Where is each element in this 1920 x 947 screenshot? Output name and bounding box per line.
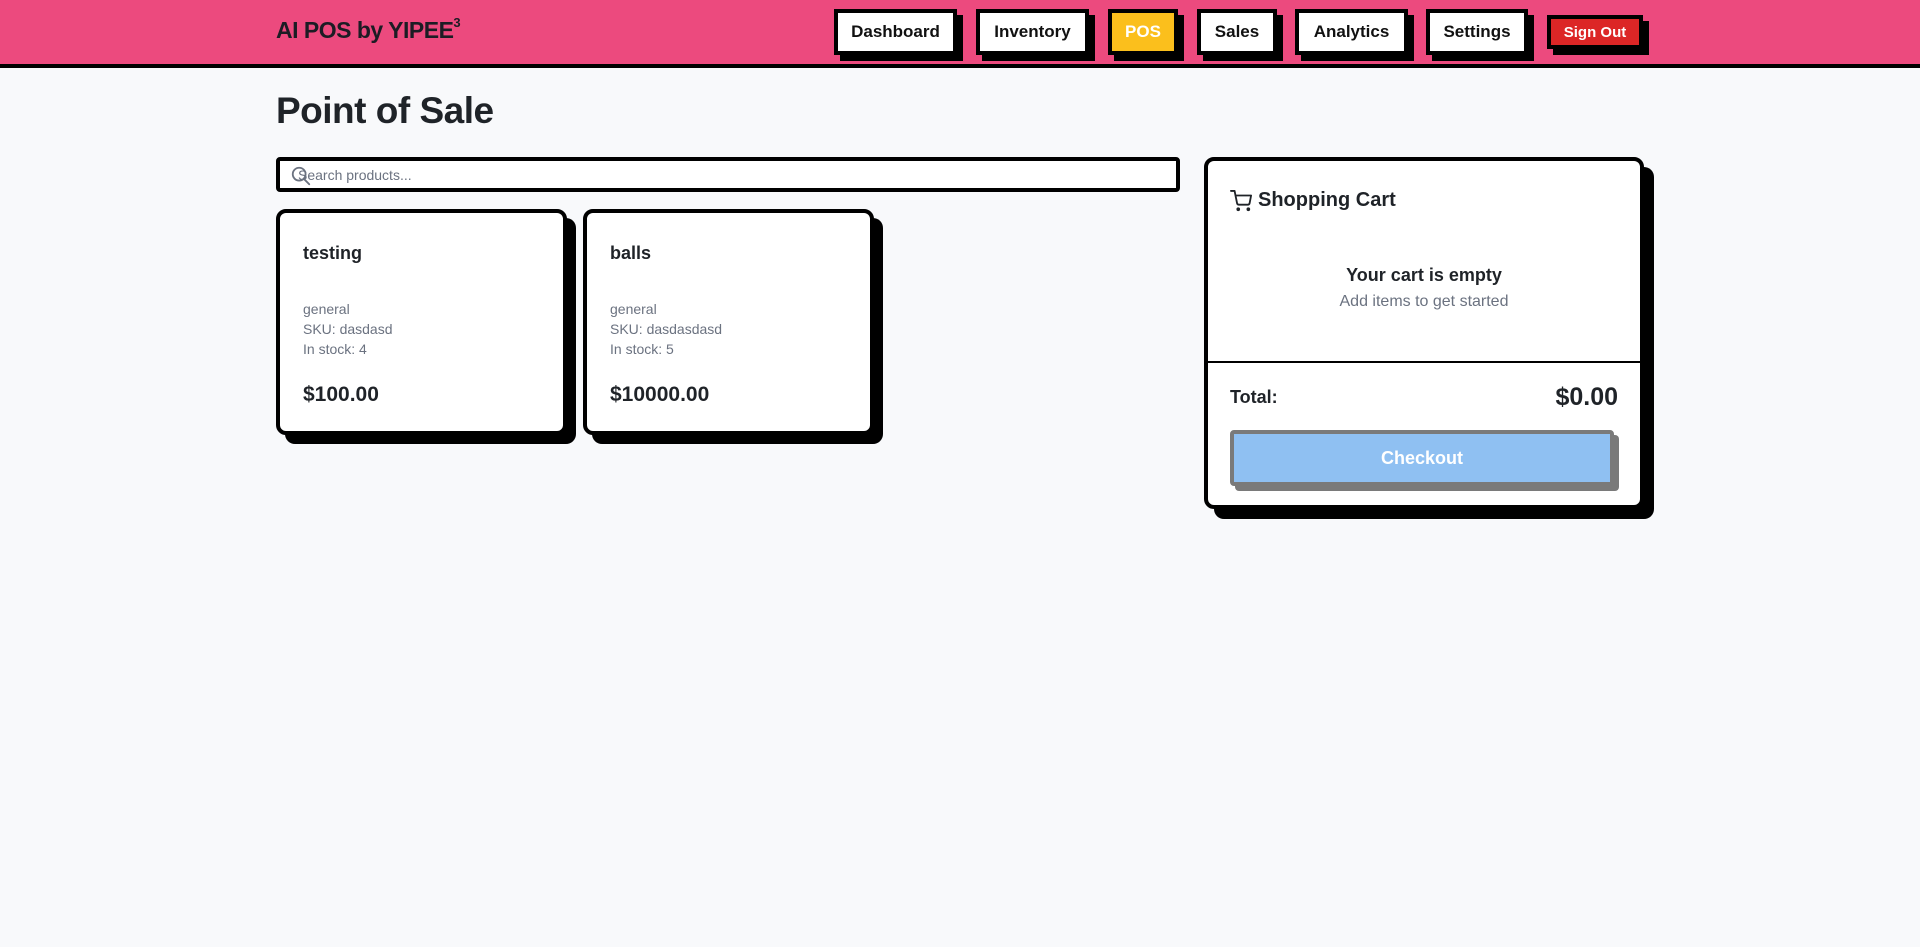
product-sku: SKU: dasdasdasd xyxy=(610,321,723,337)
search-bar xyxy=(276,157,1180,192)
checkout-button[interactable]: Checkout xyxy=(1230,430,1614,486)
product-stock: In stock: 4 xyxy=(303,341,367,357)
cart-empty-subtitle: Add items to get started xyxy=(1339,293,1509,310)
cart-empty-title: Your cart is empty xyxy=(1346,265,1502,285)
top-header: AI POS by YIPEE3 Dashboard Inventory POS… xyxy=(0,0,1920,68)
nav-pos[interactable]: POS xyxy=(1108,9,1178,55)
cart-divider xyxy=(1208,361,1640,363)
sign-out-button[interactable]: Sign Out xyxy=(1547,15,1643,49)
nav-inventory[interactable]: Inventory xyxy=(976,9,1089,55)
main-nav: Dashboard Inventory POS Sales Analytics … xyxy=(0,9,1920,59)
product-price: $100.00 xyxy=(303,383,379,406)
total-label: Total: xyxy=(1230,387,1278,407)
nav-settings[interactable]: Settings xyxy=(1426,9,1528,55)
product-name: balls xyxy=(610,243,652,263)
product-name: testing xyxy=(303,243,363,263)
total-value: $0.00 xyxy=(1555,383,1618,411)
nav-dashboard[interactable]: Dashboard xyxy=(834,9,957,55)
nav-sales[interactable]: Sales xyxy=(1197,9,1277,55)
product-sku: SKU: dasdasd xyxy=(303,321,393,337)
product-category: general xyxy=(303,301,350,317)
product-card[interactable]: testing general SKU: dasdasd In stock: 4… xyxy=(276,209,567,435)
product-category: general xyxy=(610,301,657,317)
cart-title: Shopping Cart xyxy=(1258,189,1396,211)
page-title: Point of Sale xyxy=(276,90,494,131)
shopping-cart-icon xyxy=(1230,189,1252,211)
product-price: $10000.00 xyxy=(610,383,710,406)
product-stock: In stock: 5 xyxy=(610,341,674,357)
nav-analytics[interactable]: Analytics xyxy=(1295,9,1408,55)
cart-header: Shopping Cart xyxy=(1230,189,1396,212)
product-card[interactable]: balls general SKU: dasdasdasd In stock: … xyxy=(583,209,874,435)
shopping-cart-panel: Shopping Cart Your cart is empty Add ite… xyxy=(1204,157,1644,509)
search-input[interactable] xyxy=(298,161,1158,188)
